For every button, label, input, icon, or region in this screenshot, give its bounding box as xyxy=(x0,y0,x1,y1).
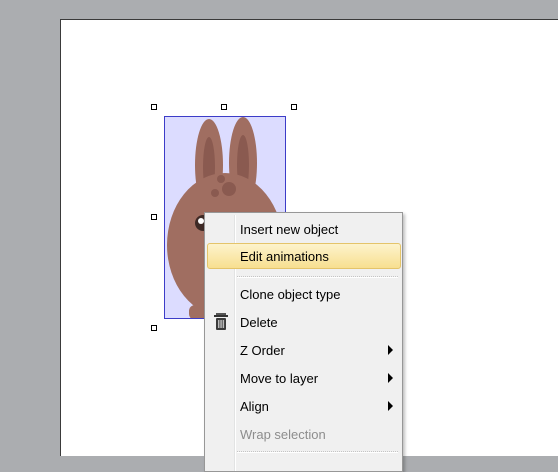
menu-item-align[interactable]: Align xyxy=(207,393,401,419)
menu-item-insert-new-object[interactable]: Insert new object xyxy=(207,216,401,242)
menu-item-edit-animations[interactable]: Edit animations xyxy=(207,243,401,269)
submenu-arrow-icon xyxy=(388,345,393,355)
menu-separator xyxy=(237,276,398,278)
resize-handle-left[interactable] xyxy=(151,214,157,220)
menu-item-label: Align xyxy=(240,399,269,414)
resize-handle-bottom-left[interactable] xyxy=(151,325,157,331)
menu-item-label: Delete xyxy=(240,315,278,330)
menu-item-wrap-selection: Wrap selection xyxy=(207,421,401,447)
resize-handle-top-left[interactable] xyxy=(151,104,157,110)
menu-separator xyxy=(237,451,398,453)
menu-item-clone-object-type[interactable]: Clone object type xyxy=(207,281,401,307)
menu-item-label: Move to layer xyxy=(240,371,319,386)
menu-item-label: Insert new object xyxy=(240,222,339,237)
resize-handle-top[interactable] xyxy=(221,104,227,110)
menu-item-label: Edit animations xyxy=(240,249,329,264)
resize-handle-top-right[interactable] xyxy=(291,104,297,110)
menu-item-label: Z Order xyxy=(240,343,285,358)
menu-item-delete[interactable]: Delete xyxy=(207,309,401,335)
trash-icon xyxy=(213,313,229,334)
menu-item-z-order[interactable]: Z Order xyxy=(207,337,401,363)
menu-item-label: Clone object type xyxy=(240,287,341,302)
menu-item-move-to-layer[interactable]: Move to layer xyxy=(207,365,401,391)
submenu-arrow-icon xyxy=(388,373,393,383)
submenu-arrow-icon xyxy=(388,401,393,411)
context-menu: Insert new object Edit animations Clone … xyxy=(204,212,403,472)
menu-item-label: Wrap selection xyxy=(240,427,326,442)
